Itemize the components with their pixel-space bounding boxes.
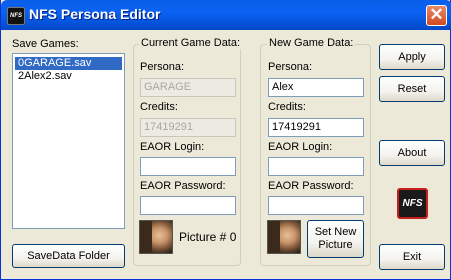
current-credits-field: 17419291 [140, 118, 236, 137]
new-persona-label: Persona: [268, 61, 313, 73]
save-games-list[interactable]: 0GARAGE.sav 2Alex2.sav [12, 53, 125, 229]
new-credits-label: Credits: [268, 101, 306, 113]
new-eaor-login-label: EAOR Login: [268, 141, 333, 153]
current-eaor-login-label: EAOR Login: [140, 141, 205, 153]
savedata-folder-button[interactable]: SaveData Folder [12, 244, 125, 268]
new-persona-input[interactable]: Alex [268, 78, 364, 97]
new-eaor-password-input[interactable] [268, 196, 364, 215]
save-games-label: Save Games: [12, 38, 79, 50]
current-eaor-password-label: EAOR Password: [140, 180, 226, 192]
set-new-picture-button[interactable]: Set New Picture [307, 220, 364, 258]
current-persona-label: Persona: [140, 61, 185, 73]
title-bar[interactable]: NFS NFS Persona Editor ✕ [1, 0, 451, 30]
new-persona-picture [267, 220, 301, 254]
window-title: NFS Persona Editor [29, 6, 161, 22]
save-game-item[interactable]: 2Alex2.sav [15, 70, 122, 83]
close-button[interactable]: ✕ [426, 5, 447, 26]
new-eaor-password-label: EAOR Password: [268, 180, 354, 192]
apply-button[interactable]: Apply [379, 44, 445, 70]
new-game-data-title: New Game Data: [267, 37, 356, 49]
new-credits-input[interactable]: 17419291 [268, 118, 364, 137]
reset-button[interactable]: Reset [379, 76, 445, 102]
set-new-picture-label-line2: Picture [318, 239, 353, 251]
current-game-data-title: Current Game Data: [139, 37, 243, 49]
current-eaor-login-field [140, 157, 236, 176]
set-new-picture-label-line1: Set New [314, 226, 357, 238]
exit-button[interactable]: Exit [379, 244, 445, 270]
save-game-item[interactable]: 0GARAGE.sav [15, 57, 122, 70]
new-eaor-login-input[interactable] [268, 157, 364, 176]
nfs-app-icon: NFS [7, 7, 25, 25]
current-eaor-password-field [140, 196, 236, 215]
nfs-logo-icon: NFS [397, 188, 428, 219]
current-picture-number: Picture # 0 [179, 230, 237, 244]
app-window: NFS NFS Persona Editor ✕ Save Games: 0GA… [0, 0, 451, 280]
current-persona-field: GARAGE [140, 78, 236, 97]
current-credits-label: Credits: [140, 101, 178, 113]
about-button[interactable]: About [379, 140, 445, 166]
current-persona-picture [139, 220, 173, 254]
